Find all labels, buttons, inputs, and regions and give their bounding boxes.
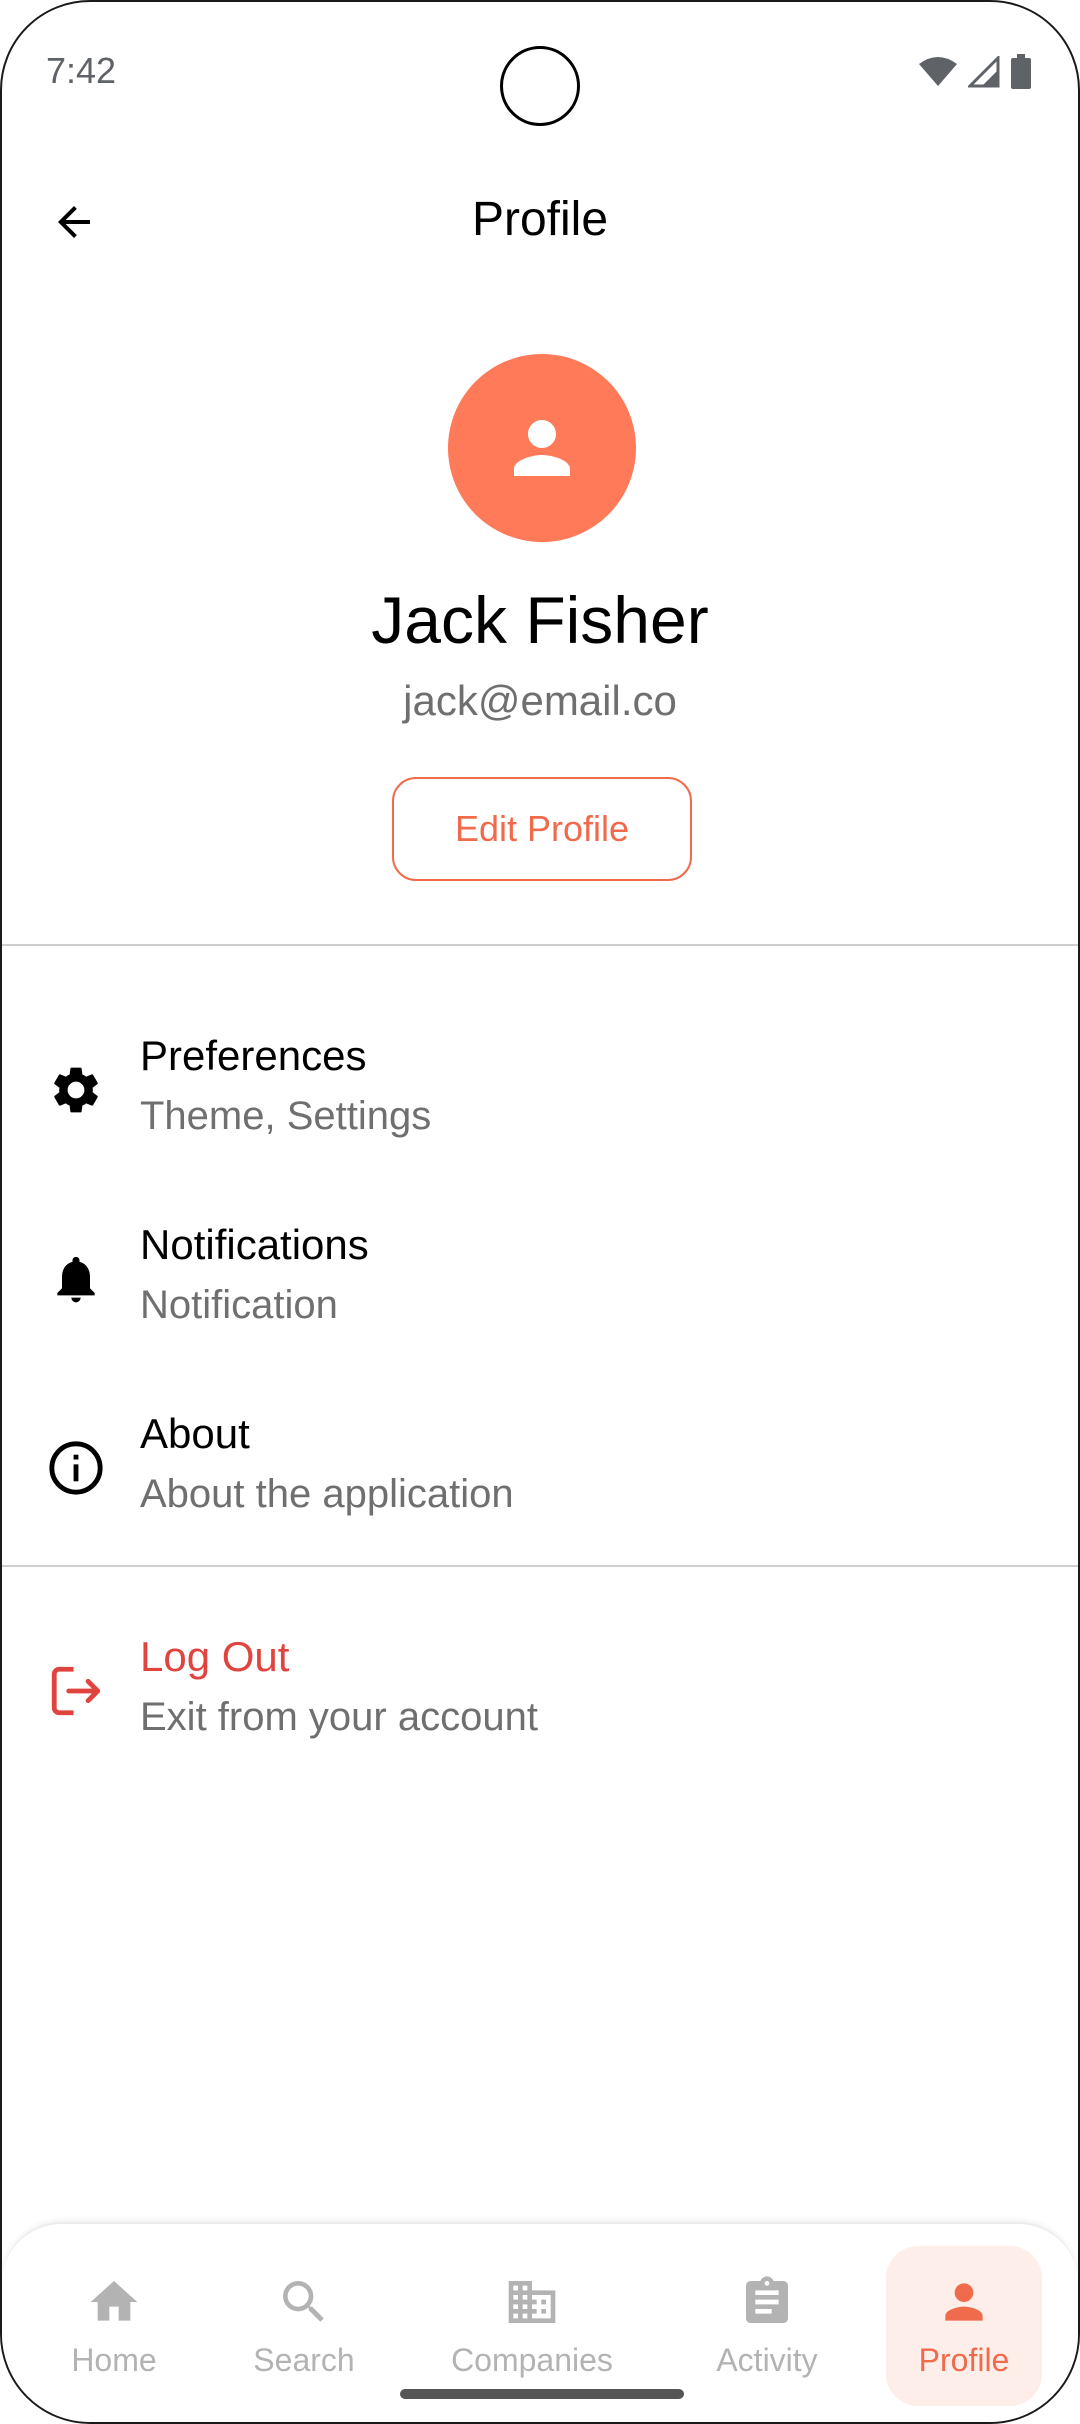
- status-bar: 7:42: [2, 2, 1078, 142]
- nav-item-activity[interactable]: Activity: [702, 2246, 832, 2406]
- building-icon: [504, 2274, 560, 2330]
- nav-item-search[interactable]: Search: [244, 2246, 364, 2406]
- nav-label: Companies: [451, 2342, 613, 2378]
- signal-icon: [968, 56, 1000, 88]
- status-time: 7:42: [46, 50, 117, 91]
- user-name: Jack Fisher: [371, 583, 709, 657]
- menu-item-logout[interactable]: Log Out Exit from your account: [2, 1603, 1078, 1783]
- page-title: Profile: [471, 193, 609, 246]
- nav-label: Search: [253, 2342, 355, 2378]
- home-icon: [86, 2274, 142, 2330]
- menu-item-title: Preferences: [140, 1032, 367, 1079]
- search-icon: [276, 2274, 332, 2330]
- front-camera: [500, 46, 580, 126]
- status-icons: [918, 54, 1032, 90]
- menu-item-subtitle: Theme, Settings: [140, 1094, 432, 1138]
- wifi-icon: [919, 57, 957, 86]
- menu-item-subtitle: Exit from your account: [140, 1695, 538, 1739]
- nav-label: Activity: [716, 2342, 818, 2378]
- menu-item-subtitle: Notification: [140, 1283, 338, 1327]
- info-icon: [46, 1438, 106, 1498]
- nav-item-profile[interactable]: Profile: [886, 2246, 1042, 2406]
- divider: [2, 1565, 1078, 1567]
- menu-item-preferences[interactable]: Preferences Theme, Settings: [2, 1002, 1078, 1182]
- clipboard-icon: [739, 2274, 795, 2330]
- nav-label: Profile: [918, 2342, 1010, 2378]
- menu-item-title: Log Out: [140, 1633, 290, 1680]
- menu-item-title: Notifications: [140, 1221, 369, 1268]
- menu-item-about[interactable]: About About the application: [2, 1380, 1078, 1560]
- menu-item-notifications[interactable]: Notifications Notification: [2, 1191, 1078, 1371]
- menu-item-title: About: [140, 1410, 250, 1457]
- nav-item-companies[interactable]: Companies: [442, 2246, 622, 2406]
- battery-icon: [1011, 54, 1031, 89]
- phone-screen: 7:42 Profile Jack Fisher jack@email.co E…: [0, 0, 1080, 2424]
- edit-profile-button[interactable]: Edit Profile: [392, 777, 692, 881]
- menu-item-subtitle: About the application: [140, 1472, 514, 1516]
- gear-icon: [46, 1060, 106, 1120]
- person-icon: [514, 420, 570, 476]
- person-icon: [936, 2274, 992, 2330]
- home-indicator[interactable]: [400, 2389, 684, 2399]
- logout-icon: [46, 1661, 106, 1721]
- user-email: jack@email.co: [403, 677, 677, 724]
- nav-item-home[interactable]: Home: [54, 2246, 174, 2406]
- nav-label: Home: [71, 2342, 157, 2378]
- avatar: [448, 354, 636, 542]
- divider: [2, 944, 1078, 946]
- bell-icon: [46, 1249, 106, 1309]
- app-bar: Profile: [2, 162, 1078, 274]
